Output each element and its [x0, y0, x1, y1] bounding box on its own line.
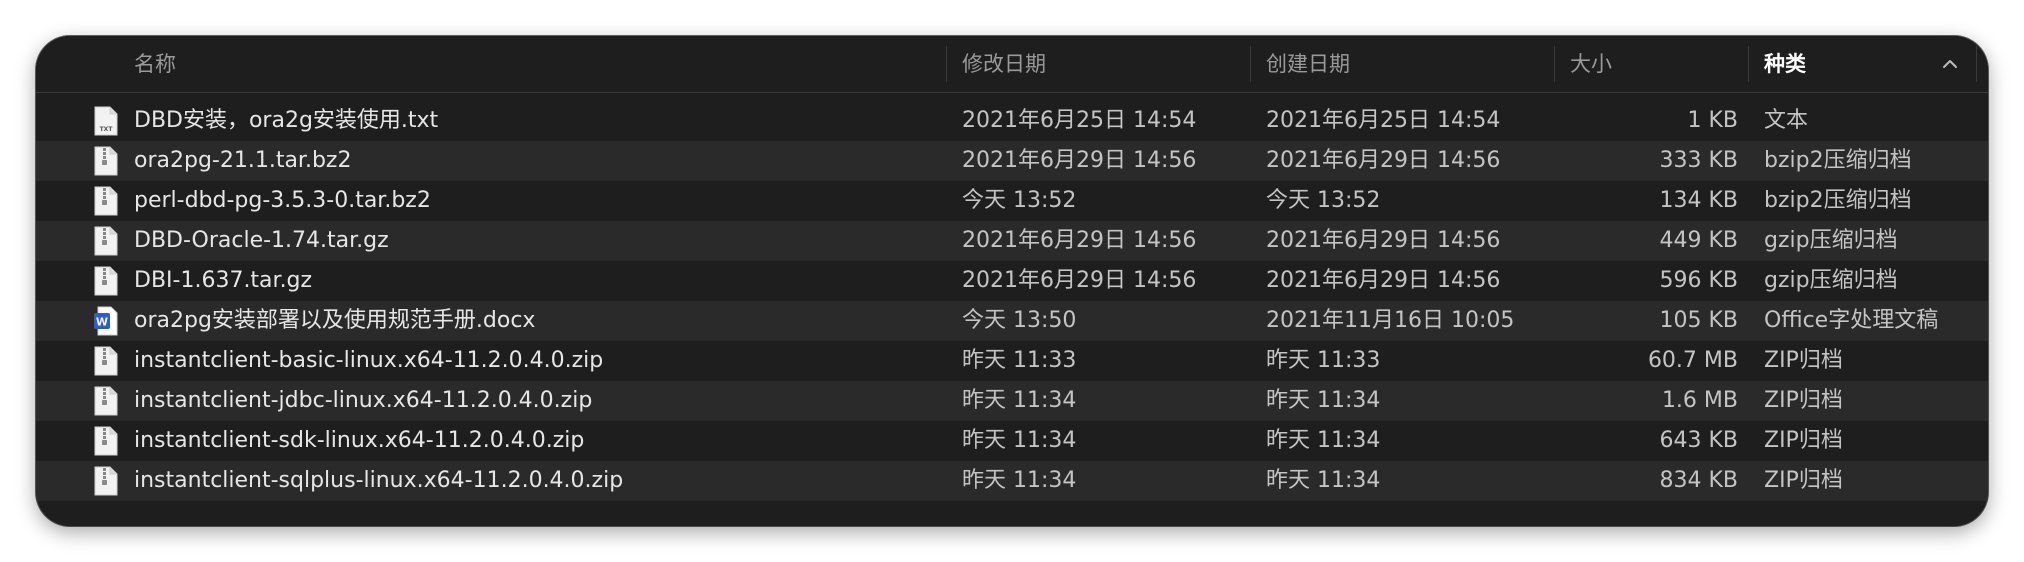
file-row[interactable]: Wora2pg安装部署以及使用规范手册.docx 今天 13:50 2021年11月… [36, 301, 1988, 341]
file-created-date: 2021年6月29日 14:56 [1266, 228, 1501, 253]
svg-text:W: W [96, 316, 108, 329]
file-created-date: 2021年11月16日 10:05 [1266, 308, 1515, 333]
file-kind: ZIP归档 [1764, 468, 1843, 493]
file-name: DBD安装，ora2g安装使用.txt [134, 108, 439, 133]
file-modified-date: 昨天 11:33 [962, 348, 1077, 373]
file-size: 449 KB [1659, 228, 1738, 253]
file-created-date: 昨天 11:34 [1266, 388, 1381, 413]
column-divider[interactable] [1250, 46, 1251, 82]
file-kind: 文本 [1764, 108, 1809, 133]
archive-file-icon [94, 226, 118, 256]
file-row[interactable]: instantclient-sqlplus-linux.x64-11.2.0.4… [36, 461, 1988, 501]
file-row[interactable]: instantclient-jdbc-linux.x64-11.2.0.4.0.… [36, 381, 1988, 421]
file-created-date: 今天 13:52 [1266, 188, 1381, 213]
file-row[interactable]: ora2pg-21.1.tar.bz2 2021年6月29日 14:56 2021年… [36, 141, 1988, 181]
text-file-icon: TXT [94, 106, 118, 136]
file-row[interactable]: instantclient-basic-linux.x64-11.2.0.4.0… [36, 341, 1988, 381]
file-modified-date: 今天 13:52 [962, 188, 1077, 213]
file-kind: bzip2压缩归档 [1764, 188, 1912, 213]
svg-text:TXT: TXT [100, 126, 114, 133]
file-size: 596 KB [1659, 268, 1738, 293]
word-document-icon: W [94, 306, 118, 336]
file-modified-date: 昨天 11:34 [962, 428, 1077, 453]
file-size: 333 KB [1659, 148, 1738, 173]
file-size: 1 KB [1687, 108, 1738, 133]
file-row[interactable]: perl-dbd-pg-3.5.3-0.tar.bz2 今天 13:52 今天 13… [36, 181, 1988, 221]
file-name: DBI-1.637.tar.gz [134, 268, 313, 293]
column-divider[interactable] [1554, 46, 1555, 82]
file-name: perl-dbd-pg-3.5.3-0.tar.bz2 [134, 188, 431, 213]
file-modified-date: 昨天 11:34 [962, 388, 1077, 413]
column-divider [1976, 46, 1977, 82]
file-created-date: 昨天 11:33 [1266, 348, 1381, 373]
file-size: 105 KB [1659, 308, 1738, 333]
column-header-size[interactable]: 大小 [1570, 36, 1612, 92]
file-size: 60.7 MB [1647, 348, 1738, 373]
zip-file-icon [94, 386, 118, 416]
column-header-created[interactable]: 创建日期 [1266, 36, 1350, 92]
archive-file-icon [94, 266, 118, 296]
column-header-name[interactable]: 名称 [134, 36, 176, 92]
file-modified-date: 今天 13:50 [962, 308, 1077, 333]
file-name: instantclient-basic-linux.x64-11.2.0.4.0… [134, 348, 604, 373]
file-name: DBD-Oracle-1.74.tar.gz [134, 228, 389, 253]
file-created-date: 2021年6月29日 14:56 [1266, 268, 1501, 293]
file-modified-date: 2021年6月29日 14:56 [962, 268, 1197, 293]
zip-file-icon [94, 426, 118, 456]
finder-window: 名称 修改日期 创建日期 大小 种类 TXT DBD安装，ora2g安装使用.tx… [36, 36, 1988, 526]
file-name: instantclient-sdk-linux.x64-11.2.0.4.0.z… [134, 428, 585, 453]
file-kind: gzip压缩归档 [1764, 228, 1898, 253]
file-created-date: 昨天 11:34 [1266, 428, 1381, 453]
file-size: 1.6 MB [1661, 388, 1738, 413]
file-name: ora2pg安装部署以及使用规范手册.docx [134, 308, 536, 333]
file-kind: Office字处理文稿 [1764, 308, 1939, 333]
column-header: 名称 修改日期 创建日期 大小 种类 [36, 36, 1988, 93]
file-modified-date: 昨天 11:34 [962, 468, 1077, 493]
file-name: ora2pg-21.1.tar.bz2 [134, 148, 352, 173]
zip-file-icon [94, 466, 118, 496]
file-kind: gzip压缩归档 [1764, 268, 1898, 293]
file-modified-date: 2021年6月29日 14:56 [962, 148, 1197, 173]
column-header-kind[interactable]: 种类 [1764, 36, 1806, 92]
zip-file-icon [94, 346, 118, 376]
file-modified-date: 2021年6月29日 14:56 [962, 228, 1197, 253]
archive-file-icon [94, 186, 118, 216]
column-divider[interactable] [1748, 46, 1749, 82]
column-divider[interactable] [946, 46, 947, 82]
file-size: 134 KB [1659, 188, 1738, 213]
file-size: 643 KB [1659, 428, 1738, 453]
file-row[interactable]: instantclient-sdk-linux.x64-11.2.0.4.0.z… [36, 421, 1988, 461]
file-kind: ZIP归档 [1764, 348, 1843, 373]
archive-file-icon [94, 146, 118, 176]
file-name: instantclient-jdbc-linux.x64-11.2.0.4.0.… [134, 388, 593, 413]
file-row[interactable]: DBD-Oracle-1.74.tar.gz 2021年6月29日 14:56 20… [36, 221, 1988, 261]
sort-ascending-chevron-icon[interactable] [1940, 54, 1960, 74]
file-name: instantclient-sqlplus-linux.x64-11.2.0.4… [134, 468, 624, 493]
file-size: 834 KB [1659, 468, 1738, 493]
file-modified-date: 2021年6月25日 14:54 [962, 108, 1197, 133]
file-row[interactable]: TXT DBD安装，ora2g安装使用.txt 2021年6月25日 14:54 20… [36, 101, 1988, 141]
file-row[interactable]: DBI-1.637.tar.gz 2021年6月29日 14:56 2021年6月2… [36, 261, 1988, 301]
column-header-modified[interactable]: 修改日期 [962, 36, 1046, 92]
file-kind: ZIP归档 [1764, 388, 1843, 413]
file-kind: ZIP归档 [1764, 428, 1843, 453]
file-created-date: 昨天 11:34 [1266, 468, 1381, 493]
file-created-date: 2021年6月25日 14:54 [1266, 108, 1501, 133]
file-created-date: 2021年6月29日 14:56 [1266, 148, 1501, 173]
file-kind: bzip2压缩归档 [1764, 148, 1912, 173]
file-list: TXT DBD安装，ora2g安装使用.txt 2021年6月25日 14:54 20… [36, 101, 1988, 501]
